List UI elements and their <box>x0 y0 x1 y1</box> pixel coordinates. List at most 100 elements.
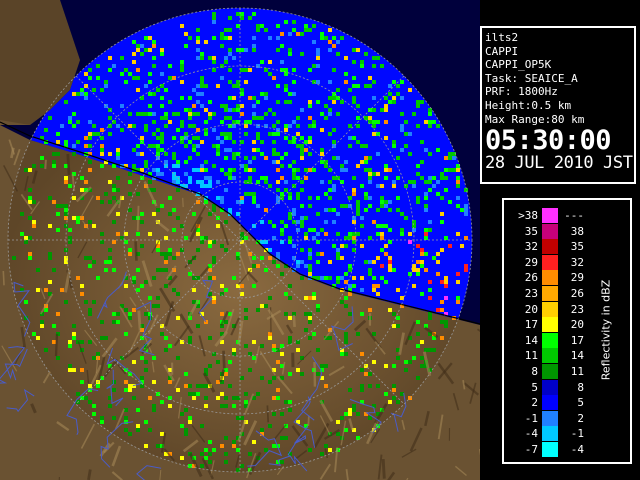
echo-pixel <box>284 84 288 88</box>
echo-pixel <box>68 120 72 124</box>
echo-pixel <box>152 380 156 384</box>
echo-pixel <box>336 420 340 424</box>
echo-pixel <box>224 172 228 176</box>
echo-pixel <box>308 316 312 320</box>
echo-pixel <box>240 376 244 380</box>
echo-pixel <box>424 196 428 200</box>
echo-pixel <box>96 276 100 280</box>
echo-pixel <box>444 296 448 300</box>
echo-pixel <box>352 236 356 240</box>
echo-pixel <box>56 132 60 136</box>
echo-pixel <box>248 452 252 456</box>
echo-pixel <box>196 324 200 328</box>
echo-pixel <box>260 376 264 380</box>
echo-pixel <box>336 176 340 180</box>
echo-pixel <box>392 268 396 272</box>
legend-high-value: 35 <box>570 240 584 254</box>
echo-pixel <box>396 208 400 212</box>
echo-pixel <box>136 68 140 72</box>
echo-pixel <box>416 164 420 168</box>
legend-swatch <box>542 426 558 442</box>
echo-pixel <box>196 152 200 156</box>
echo-pixel <box>276 180 280 184</box>
echo-pixel <box>152 56 156 60</box>
echo-pixel <box>272 236 276 240</box>
echo-pixel <box>188 36 192 40</box>
echo-pixel <box>292 120 296 124</box>
echo-pixel <box>176 292 180 296</box>
echo-pixel <box>288 52 292 56</box>
echo-pixel <box>312 120 316 124</box>
echo-pixel <box>408 272 412 276</box>
echo-pixel <box>316 232 320 236</box>
echo-pixel <box>404 120 408 124</box>
legend-high-value: 23 <box>570 302 584 316</box>
echo-pixel <box>228 108 232 112</box>
echo-pixel <box>220 36 224 40</box>
echo-pixel <box>148 428 152 432</box>
echo-pixel <box>212 240 216 244</box>
echo-pixel <box>276 168 280 172</box>
echo-pixel <box>104 268 108 272</box>
echo-pixel <box>84 136 88 140</box>
echo-pixel <box>228 208 232 212</box>
echo-pixel <box>124 428 128 432</box>
echo-pixel <box>304 312 308 316</box>
echo-pixel <box>132 396 136 400</box>
echo-pixel <box>412 224 416 228</box>
echo-pixel <box>252 12 256 16</box>
echo-pixel <box>200 80 204 84</box>
echo-pixel <box>124 232 128 236</box>
echo-pixel <box>328 260 332 264</box>
echo-pixel <box>428 124 432 128</box>
echo-pixel <box>260 176 264 180</box>
legend-row: 58 <box>504 379 630 395</box>
echo-pixel <box>392 80 396 84</box>
echo-pixel <box>248 192 252 196</box>
echo-pixel <box>272 112 276 116</box>
info-panel: ilts2 CAPPI CAPPI_OP5K Task: SEAICE_A PR… <box>480 26 636 184</box>
echo-pixel <box>204 184 208 188</box>
echo-pixel <box>356 208 360 212</box>
echo-pixel <box>392 100 396 104</box>
echo-pixel <box>292 92 296 96</box>
echo-pixel <box>372 288 376 292</box>
echo-pixel <box>188 180 192 184</box>
echo-pixel <box>356 84 360 88</box>
legend-swatch <box>542 317 558 333</box>
echo-pixel <box>180 24 184 28</box>
echo-pixel <box>288 240 292 244</box>
echo-pixel <box>156 168 160 172</box>
echo-pixel <box>400 148 404 152</box>
echo-pixel <box>252 140 256 144</box>
echo-pixel <box>136 232 140 236</box>
echo-pixel <box>164 284 168 288</box>
echo-pixel <box>132 276 136 280</box>
echo-pixel <box>128 432 132 436</box>
echo-pixel <box>324 36 328 40</box>
echo-pixel <box>260 304 264 308</box>
echo-pixel <box>88 384 92 388</box>
legend-low-value: 26 <box>524 271 538 285</box>
echo-pixel <box>344 352 348 356</box>
echo-pixel <box>184 160 188 164</box>
echo-pixel <box>100 200 104 204</box>
echo-pixel <box>228 148 232 152</box>
echo-pixel <box>220 392 224 396</box>
echo-pixel <box>280 32 284 36</box>
echo-pixel <box>296 116 300 120</box>
echo-pixel <box>300 188 304 192</box>
legend-low-value: 5 <box>531 380 538 394</box>
echo-pixel <box>276 388 280 392</box>
echo-pixel <box>52 152 56 156</box>
echo-pixel <box>88 312 92 316</box>
echo-pixel <box>320 148 324 152</box>
echo-pixel <box>28 256 32 260</box>
echo-pixel <box>200 104 204 108</box>
echo-pixel <box>444 156 448 160</box>
echo-pixel <box>344 336 348 340</box>
echo-pixel <box>456 232 460 236</box>
echo-pixel <box>240 112 244 116</box>
echo-pixel <box>92 132 96 136</box>
echo-pixel <box>292 168 296 172</box>
